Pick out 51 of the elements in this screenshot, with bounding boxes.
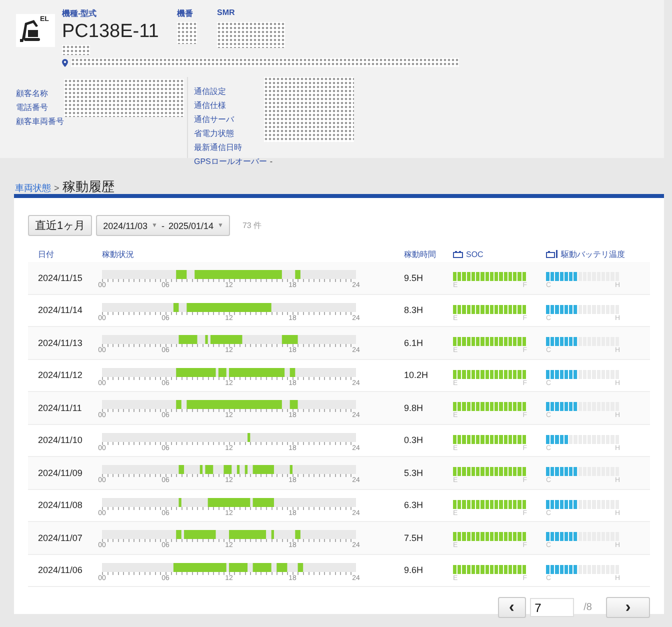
hours-cell-text: 9.6H [404,565,424,576]
page-title: 稼動履歴 [62,178,114,196]
hours-cell-text: 9.5H [404,272,424,283]
breadcrumb-link[interactable]: 車両状態 [15,182,51,195]
field-value: - [270,156,273,168]
next-page-button[interactable]: › [606,597,650,618]
hours-cell-text: 6.1H [404,338,424,348]
date-cell-text: 2024/11/15 [37,272,84,283]
breadcrumb-separator: > [54,183,60,193]
hours-cell-text: 9.8H [404,402,424,413]
field-label: 最新通信日時 [194,142,243,154]
page-number-field[interactable]: 7 [530,598,574,617]
previous-page-button[interactable]: ‹ [498,597,526,618]
date-cell-text: 2024/11/13 [37,338,84,348]
date-cell-text: 2024/11/10 [37,435,84,446]
record-count: 73 件 [242,220,262,231]
date-cell-text: 2024/11/06 [37,565,84,576]
column-header: SOC [466,250,484,258]
preset-period-button[interactable]: 直近1ヶ月 [28,215,92,236]
column-header: 駆動バッテリ温度 [561,248,625,260]
field-label: 機番 [177,8,194,20]
date-cell-text: 2024/11/09 [37,468,84,478]
column-header: 稼動時間 [404,248,437,260]
field-label: 機種-型式 [62,8,98,20]
field-label: 顧客名称 [16,88,49,100]
date-cell-text: 2024/11/07 [37,532,84,543]
hours-cell-text: 6.3H [404,500,424,510]
battery-icon [453,250,463,258]
field-label: SMR [217,8,236,19]
field-label: 通信仕様 [194,100,227,112]
date-cell-text: 2024/11/08 [37,500,84,510]
field-label: 顧客車両番号 [16,116,64,128]
date-cell-text: 2024/11/12 [37,370,84,380]
hours-cell-text: 0.3H [404,435,424,446]
hours-cell-text: 5.3H [404,468,424,478]
page-total: /8 [584,602,592,613]
date-cell-text: 2024/11/11 [37,402,83,413]
hours-cell-text: 7.5H [404,532,424,543]
field-label: 省電力状態 [194,128,235,140]
field-label: GPSロールオーバー [194,156,267,168]
model-name: PC138E-11 [62,21,160,43]
column-header: 稼動状況 [102,248,135,260]
hours-cell-text: 8.3H [404,305,424,316]
battery-thermometer-icon [546,250,558,258]
date-cell-text: 2024/11/14 [37,305,84,316]
field-label: 電話番号 [16,102,49,114]
column-header: 日付 [37,248,55,260]
location-pin-icon [62,58,68,66]
field-label: 通信設定 [194,86,227,98]
field-label: 通信サーバ [194,114,235,126]
hours-cell-text: 10.2H [404,370,430,380]
